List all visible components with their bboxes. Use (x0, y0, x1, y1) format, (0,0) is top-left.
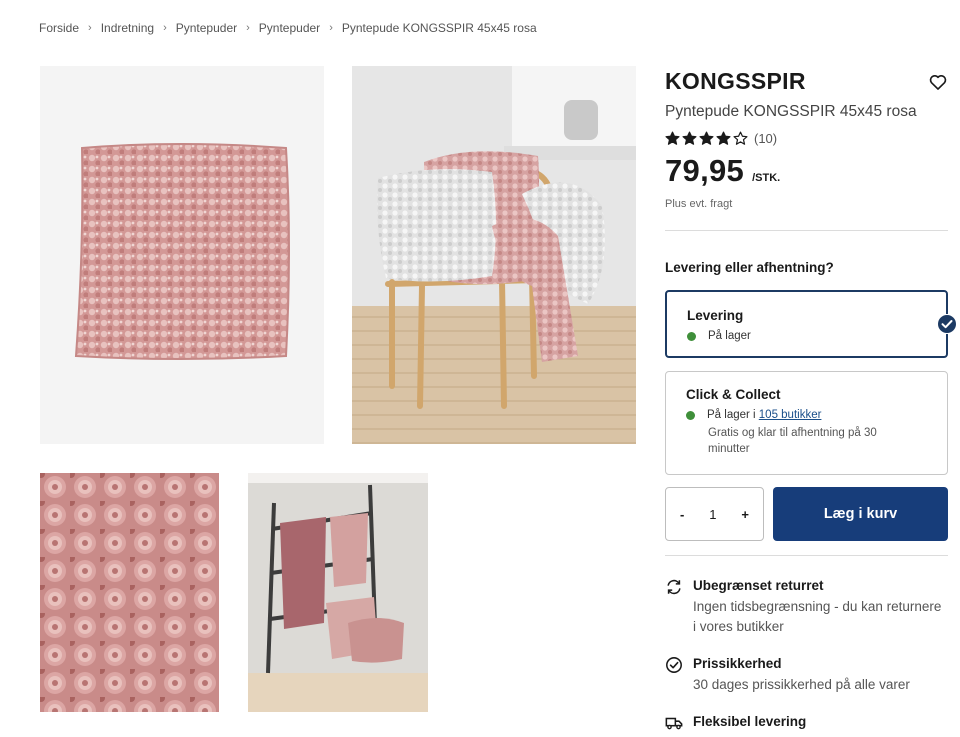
breadcrumb: Forside › Indretning › Pyntepuder › Pynt… (39, 21, 537, 35)
product-image-texture[interactable] (40, 473, 219, 712)
delivery-option-click-collect[interactable]: Click & Collect På lager i 105 butikker … (665, 371, 948, 475)
stock-status: På lager (687, 330, 926, 342)
price-row: 79,95 /STK. (665, 153, 948, 189)
price-check-icon (666, 657, 682, 673)
feature-title: Prissikkerhed (693, 656, 782, 671)
stock-dot-icon (687, 331, 696, 341)
breadcrumb-indretning[interactable]: Indretning (101, 21, 154, 35)
divider (665, 555, 948, 556)
stock-dot-icon (686, 410, 695, 420)
feature-title: Fleksibel levering (693, 714, 807, 729)
breadcrumb-current: Pyntepude KONGSSPIR 45x45 rosa (341, 21, 537, 35)
feature-desc: 30 dages prissikkerhed på alle varer (693, 677, 910, 692)
feature-return: Ubegrænset returret Ingen tidsbegrænsnin… (665, 578, 948, 637)
option-title: Levering (687, 308, 744, 323)
chevron-right-icon: › (329, 22, 333, 34)
delivery-question: Levering eller afhentning? (665, 260, 834, 275)
divider (665, 230, 948, 231)
star-filled-icon (699, 131, 714, 145)
feature-title: Ubegrænset returret (693, 578, 824, 593)
delivery-option-levering[interactable]: Levering På lager (665, 290, 957, 358)
product-image-ladder[interactable] (248, 473, 428, 712)
feature-flexible-delivery: Fleksibel levering (665, 714, 948, 732)
rating-stars (665, 131, 748, 146)
breadcrumb-pyntepuder-sub[interactable]: Pyntepuder (259, 21, 320, 35)
star-filled-icon (665, 131, 680, 145)
stock-text: På lager (708, 330, 751, 342)
rating[interactable]: (10) (665, 131, 948, 146)
truck-icon (665, 717, 683, 730)
feature-price-guarantee: Prissikkerhed 30 dages prissikkerhed på … (665, 656, 948, 695)
product-subtitle: Pyntepude KONGSSPIR 45x45 rosa (665, 103, 917, 120)
stores-link[interactable]: 105 butikker (759, 409, 822, 421)
product-image-main[interactable] (40, 66, 324, 444)
breadcrumb-home[interactable]: Forside (39, 21, 79, 35)
rating-count: (10) (754, 131, 778, 146)
feature-desc: Ingen tidsbegrænsning - du kan returnere… (693, 599, 942, 634)
chevron-right-icon: › (163, 22, 167, 34)
price: 79,95 (665, 153, 745, 188)
chevron-right-icon: › (88, 22, 92, 34)
quantity-value[interactable]: 1 (709, 507, 716, 522)
price-unit: /STK. (752, 172, 781, 184)
star-filled-icon (716, 131, 731, 145)
chevron-right-icon: › (246, 22, 250, 34)
return-icon (667, 579, 681, 595)
product-info: KONGSSPIR Pyntepude KONGSSPIR 45x45 rosa… (665, 68, 948, 231)
quantity-minus-button[interactable]: - (680, 507, 684, 522)
heart-icon[interactable] (928, 72, 948, 92)
stock-status: På lager i 105 butikker (686, 409, 927, 421)
check-circle-icon (937, 314, 957, 334)
breadcrumb-pyntepuder[interactable]: Pyntepuder (176, 21, 237, 35)
stock-text: På lager i (707, 409, 759, 421)
option-title: Click & Collect (686, 387, 781, 402)
star-empty-icon (733, 131, 748, 145)
star-filled-icon (682, 131, 697, 145)
product-brand: KONGSSPIR (665, 68, 806, 94)
freight-note: Plus evt. fragt (665, 198, 733, 210)
collect-note: Gratis og klar til afhentning på 30 minu… (708, 427, 877, 455)
add-to-cart-button[interactable]: Læg i kurv (773, 487, 948, 541)
product-image-chair[interactable] (352, 66, 636, 444)
quantity-stepper: - 1 + (665, 487, 764, 541)
quantity-plus-button[interactable]: + (741, 507, 749, 522)
